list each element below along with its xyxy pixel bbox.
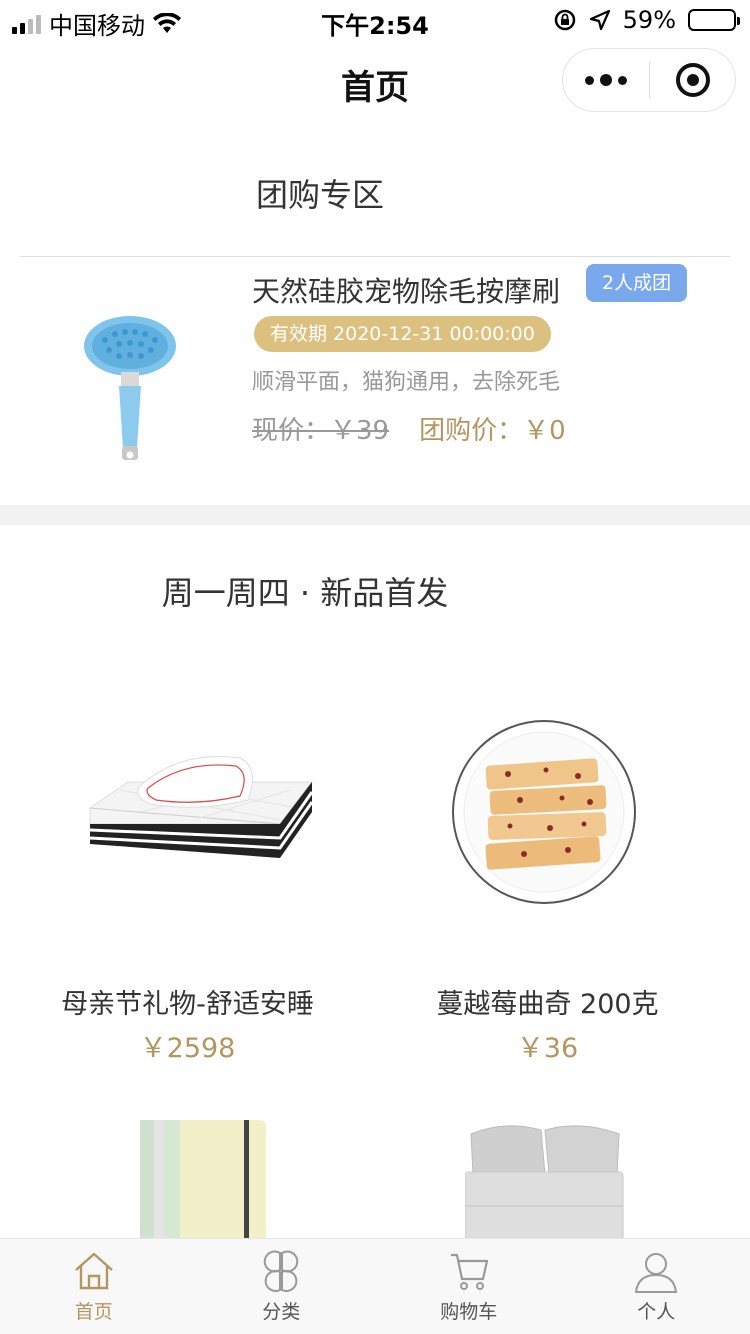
- tab-bar: 首页 分类 购物车 个人: [0, 1238, 750, 1334]
- close-mini-program-button[interactable]: [650, 63, 735, 97]
- section-divider: [20, 256, 730, 257]
- product-card-mattress[interactable]: 母亲节礼物-舒适安睡 ￥2598: [0, 700, 375, 1080]
- tab-label: 首页: [74, 1301, 113, 1323]
- mattress-image: [89, 756, 314, 858]
- product-price: ￥2598: [139, 1033, 236, 1064]
- cookies-image: [452, 720, 636, 904]
- section-separator: [0, 505, 750, 525]
- location-icon: [589, 9, 610, 31]
- tab-label: 分类: [262, 1301, 301, 1323]
- battery-percent: 59%: [622, 6, 676, 34]
- app-page: 中国移动 下午2:54 59% 首页 团购专区 天然硅胶宠物除毛按摩刷 2人成团…: [0, 0, 750, 1334]
- notebook-image: [140, 1120, 266, 1238]
- battery-icon: [688, 9, 740, 31]
- group-buy-item[interactable]: 天然硅胶宠物除毛按摩刷 2人成团 有效期 2020-12-31 00:00:00…: [20, 258, 730, 488]
- more-options-icon[interactable]: [563, 74, 649, 86]
- group-price: 团购价：￥0: [419, 416, 566, 446]
- tab-cart[interactable]: 购物车: [375, 1239, 563, 1334]
- new-products-section-title: 周一周四 · 新品首发: [161, 574, 449, 612]
- status-right: 59%: [553, 6, 740, 34]
- nav-bar: 首页: [0, 40, 750, 128]
- cart-icon: [450, 1253, 488, 1290]
- pet-brush-image: [84, 316, 176, 460]
- tab-personal[interactable]: 个人: [563, 1239, 750, 1334]
- product-card-notebook[interactable]: [0, 1118, 375, 1238]
- tab-label: 购物车: [440, 1301, 498, 1323]
- product-price: ￥36: [516, 1033, 579, 1064]
- product-card-cookies[interactable]: 蔓越莓曲奇 200克 ￥36: [360, 700, 735, 1080]
- target-icon: [675, 63, 710, 97]
- status-bar: 中国移动 下午2:54 59%: [0, 0, 750, 40]
- current-price: 现价：￥39: [252, 416, 390, 446]
- group-buy-description: 顺滑平面，猫狗通用，去除死毛: [252, 370, 561, 395]
- product-name: 母亲节礼物-舒适安睡: [61, 989, 314, 1020]
- validity-badge: 有效期 2020-12-31 00:00:00: [254, 316, 551, 352]
- group-buy-product-name: 天然硅胶宠物除毛按摩刷: [252, 275, 561, 308]
- group-size-badge: 2人成团: [586, 264, 688, 302]
- group-buy-section-title: 团购专区: [255, 176, 384, 214]
- bedding-image: [465, 1125, 624, 1238]
- product-card-bedding[interactable]: [375, 1118, 750, 1238]
- tab-label: 个人: [637, 1301, 676, 1323]
- tab-home[interactable]: 首页: [0, 1239, 188, 1334]
- mini-program-capsule: [562, 48, 736, 112]
- person-icon: [635, 1253, 678, 1293]
- product-name: 蔓越莓曲奇 200克: [436, 989, 659, 1020]
- price-row: 现价：￥39 团购价：￥0: [252, 410, 566, 447]
- rotation-lock-icon: [554, 9, 575, 31]
- tab-category[interactable]: 分类: [188, 1239, 376, 1334]
- home-icon: [74, 1252, 113, 1290]
- category-icon: [264, 1250, 299, 1292]
